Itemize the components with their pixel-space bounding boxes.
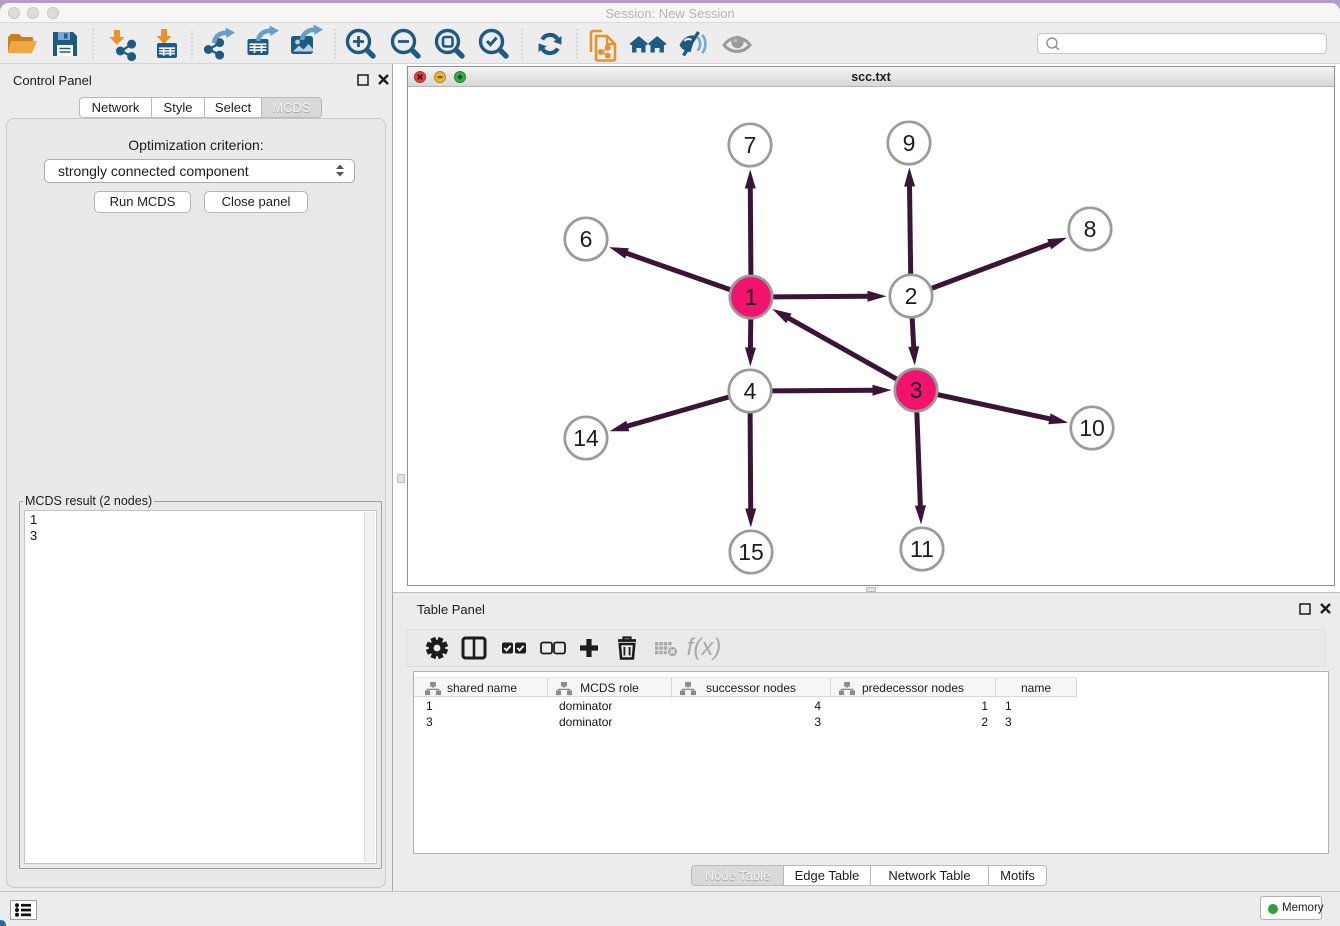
svg-text:3: 3 xyxy=(910,377,923,403)
svg-text:10: 10 xyxy=(1079,415,1105,441)
svg-text:4: 4 xyxy=(744,378,757,404)
svg-text:14: 14 xyxy=(573,425,599,451)
svg-text:6: 6 xyxy=(580,226,593,252)
svg-text:7: 7 xyxy=(744,132,757,158)
svg-text:11: 11 xyxy=(910,536,934,562)
svg-text:15: 15 xyxy=(738,539,764,565)
svg-text:8: 8 xyxy=(1084,216,1097,242)
svg-text:2: 2 xyxy=(905,283,918,309)
svg-text:1: 1 xyxy=(745,284,758,310)
svg-text:9: 9 xyxy=(903,130,916,156)
svg-text:f(x): f(x) xyxy=(687,634,722,661)
